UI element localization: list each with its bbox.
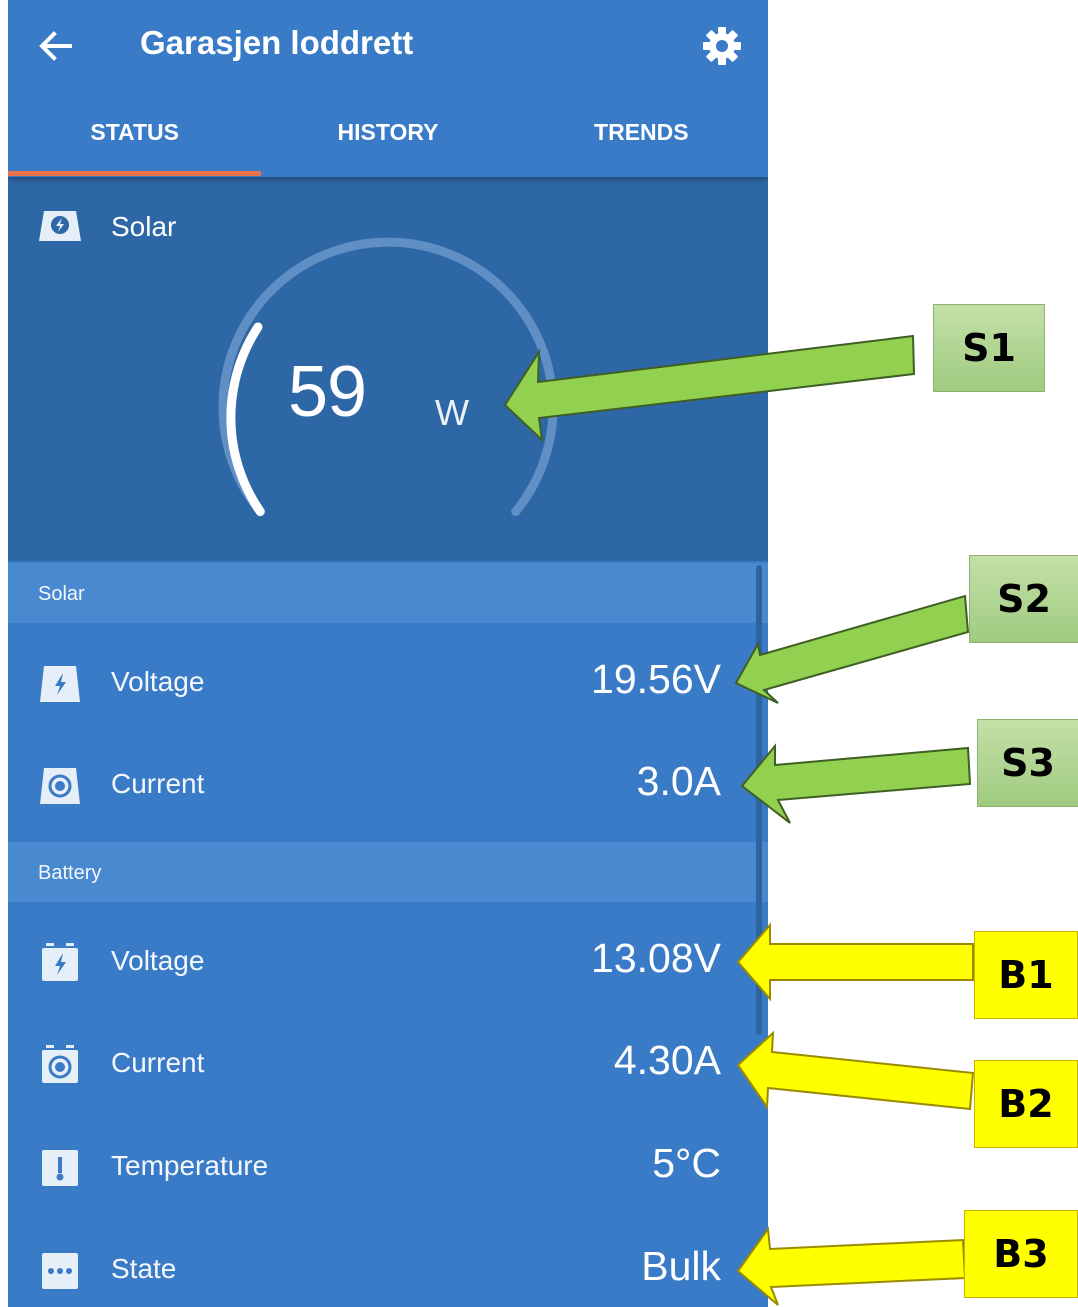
arrow-s3 [740, 743, 972, 824]
gauge-unit: W [435, 392, 469, 433]
app-bar: Garasjen loddrett STATUS HISTORY TRENDS [8, 0, 768, 177]
tab-status[interactable]: STATUS [8, 100, 261, 177]
callout-b2: B2 [974, 1060, 1078, 1148]
section-header-battery: Battery [8, 842, 768, 902]
tab-trends[interactable]: TRENDS [515, 100, 768, 177]
callout-b1: B1 [974, 931, 1078, 1019]
arrow-s2 [734, 594, 970, 704]
bolt-icon [38, 664, 82, 704]
active-tab-indicator [8, 171, 261, 176]
arrow-left-icon [39, 31, 72, 61]
row-value: Bulk [641, 1243, 721, 1289]
phone-screen: Garasjen loddrett STATUS HISTORY TRENDS … [8, 0, 768, 1307]
arrow-b1 [736, 922, 974, 1002]
battery-bolt-icon [38, 943, 82, 983]
arrow-b2 [736, 1030, 975, 1111]
callout-s3: S3 [977, 719, 1078, 807]
battery-current-icon [38, 1045, 82, 1085]
row-battery-state[interactable]: State Bulk [8, 1219, 753, 1307]
row-value: 13.08V [591, 935, 721, 981]
section-header-solar: Solar [8, 563, 768, 623]
row-solar-current[interactable]: Current 3.0A [8, 734, 753, 836]
gauge-value: 59 [288, 352, 367, 432]
row-value: 3.0A [636, 758, 721, 804]
power-gauge [218, 237, 558, 517]
thermometer-icon [38, 1148, 82, 1188]
row-battery-current[interactable]: Current 4.30A [8, 1013, 753, 1115]
section-header-label: Battery [38, 862, 102, 884]
row-battery-voltage[interactable]: Voltage 13.08V [8, 911, 753, 1013]
row-value: 4.30A [613, 1037, 721, 1083]
back-button[interactable] [36, 26, 76, 66]
row-label: Voltage [111, 666, 205, 697]
callout-s2: S2 [969, 555, 1078, 643]
section-header-label: Solar [38, 583, 85, 605]
row-label: Temperature [111, 1150, 269, 1181]
callout-s1: S1 [933, 304, 1045, 392]
solar-gauge-panel: Solar 59 W [8, 177, 768, 561]
page-title: Garasjen loddrett [140, 24, 414, 61]
row-value: 5°C [652, 1140, 721, 1186]
gauge-title: Solar [111, 211, 177, 242]
row-label: State [111, 1253, 177, 1284]
solar-panel-icon [38, 209, 82, 243]
arrow-b3 [736, 1226, 967, 1306]
current-icon [38, 766, 82, 806]
settings-button[interactable] [700, 24, 744, 68]
scrollbar[interactable] [756, 565, 762, 1035]
callout-b3: B3 [964, 1210, 1078, 1298]
row-solar-voltage[interactable]: Voltage 19.56V [8, 632, 753, 734]
gauge-track [218, 237, 558, 517]
row-value: 19.56V [591, 656, 721, 702]
row-battery-temperature[interactable]: Temperature 5°C [8, 1116, 753, 1218]
row-label: Current [111, 768, 205, 799]
row-label: Voltage [111, 945, 205, 976]
tab-bar: STATUS HISTORY TRENDS [8, 100, 768, 177]
gear-icon [703, 27, 741, 65]
tab-history[interactable]: HISTORY [261, 100, 514, 177]
more-icon [38, 1251, 82, 1291]
row-label: Current [111, 1047, 205, 1078]
